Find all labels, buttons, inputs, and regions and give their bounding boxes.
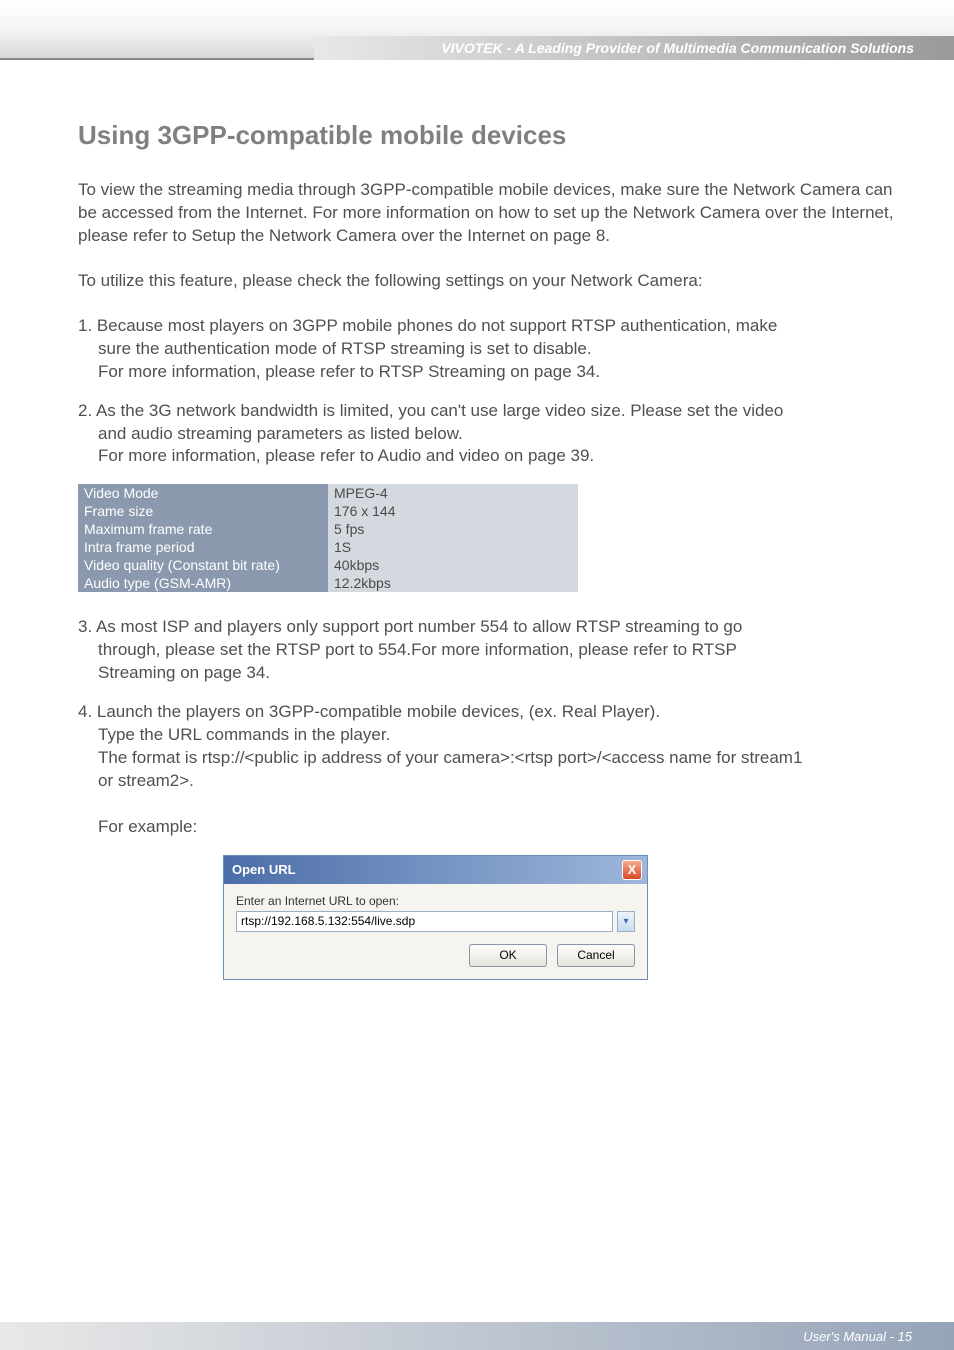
step-4-line-5: For example: — [78, 816, 912, 839]
close-icon[interactable]: X — [622, 860, 642, 880]
table-label: Video Mode — [78, 484, 328, 502]
dialog-title-text: Open URL — [232, 862, 296, 877]
table-row: Maximum frame rate 5 fps — [78, 520, 578, 538]
step-1-line-1: 1. Because most players on 3GPP mobile p… — [78, 315, 912, 338]
table-label: Frame size — [78, 502, 328, 520]
table-row: Video Mode MPEG-4 — [78, 484, 578, 502]
content-area: Using 3GPP-compatible mobile devices To … — [0, 60, 954, 980]
step-3-line-1: 3. As most ISP and players only support … — [78, 616, 912, 639]
table-value: 5 fps — [328, 520, 578, 538]
dialog-titlebar[interactable]: Open URL X — [224, 856, 647, 884]
step-4-line-4: or stream2>. — [78, 770, 912, 793]
lead-paragraph: To utilize this feature, please check th… — [78, 270, 912, 293]
table-value: 1S — [328, 538, 578, 556]
step-2: 2. As the 3G network bandwidth is limite… — [78, 400, 912, 469]
intro-paragraph: To view the streaming media through 3GPP… — [78, 179, 912, 248]
dialog-body: Enter an Internet URL to open: ▾ OK Canc… — [224, 884, 647, 979]
table-value: MPEG-4 — [328, 484, 578, 502]
page-header: VIVOTEK - A Leading Provider of Multimed… — [0, 0, 954, 60]
url-row: ▾ — [236, 911, 635, 932]
table-value: 176 x 144 — [328, 502, 578, 520]
table-label: Intra frame period — [78, 538, 328, 556]
step-4-line-2: Type the URL commands in the player. — [78, 724, 912, 747]
step-4-line-3: The format is rtsp://<public ip address … — [78, 747, 912, 770]
cancel-button[interactable]: Cancel — [557, 944, 635, 967]
page-footer: User's Manual - 15 — [0, 1322, 954, 1350]
table-row: Video quality (Constant bit rate) 40kbps — [78, 556, 578, 574]
step-3: 3. As most ISP and players only support … — [78, 616, 912, 685]
settings-table: Video Mode MPEG-4 Frame size 176 x 144 M… — [78, 484, 578, 592]
step-4: 4. Launch the players on 3GPP-compatible… — [78, 701, 912, 839]
table-row: Intra frame period 1S — [78, 538, 578, 556]
step-4-line-1: 4. Launch the players on 3GPP-compatible… — [78, 701, 912, 724]
table-value: 12.2kbps — [328, 574, 578, 592]
table-label: Video quality (Constant bit rate) — [78, 556, 328, 574]
step-2-line-1: 2. As the 3G network bandwidth is limite… — [78, 400, 912, 423]
step-1-line-3: For more information, please refer to RT… — [78, 361, 912, 384]
ok-button[interactable]: OK — [469, 944, 547, 967]
step-3-line-2: through, please set the RTSP port to 554… — [78, 639, 912, 662]
url-input[interactable] — [236, 911, 613, 932]
step-2-line-2: and audio streaming parameters as listed… — [78, 423, 912, 446]
step-1-line-2: sure the authentication mode of RTSP str… — [78, 338, 912, 361]
table-row: Frame size 176 x 144 — [78, 502, 578, 520]
dialog-buttons: OK Cancel — [236, 944, 635, 967]
open-url-dialog: Open URL X Enter an Internet URL to open… — [223, 855, 648, 980]
step-3-line-3: Streaming on page 34. — [78, 662, 912, 685]
table-label: Audio type (GSM-AMR) — [78, 574, 328, 592]
table-value: 40kbps — [328, 556, 578, 574]
header-tagline: VIVOTEK - A Leading Provider of Multimed… — [441, 40, 914, 56]
chevron-down-icon: ▾ — [623, 916, 628, 927]
footer-text: User's Manual - 15 — [803, 1329, 912, 1344]
url-dropdown-button[interactable]: ▾ — [617, 911, 635, 932]
table-label: Maximum frame rate — [78, 520, 328, 538]
url-label: Enter an Internet URL to open: — [236, 894, 635, 908]
step-1: 1. Because most players on 3GPP mobile p… — [78, 315, 912, 384]
step-2-line-3: For more information, please refer to Au… — [78, 445, 912, 468]
section-title: Using 3GPP-compatible mobile devices — [78, 120, 912, 151]
table-row: Audio type (GSM-AMR) 12.2kbps — [78, 574, 578, 592]
